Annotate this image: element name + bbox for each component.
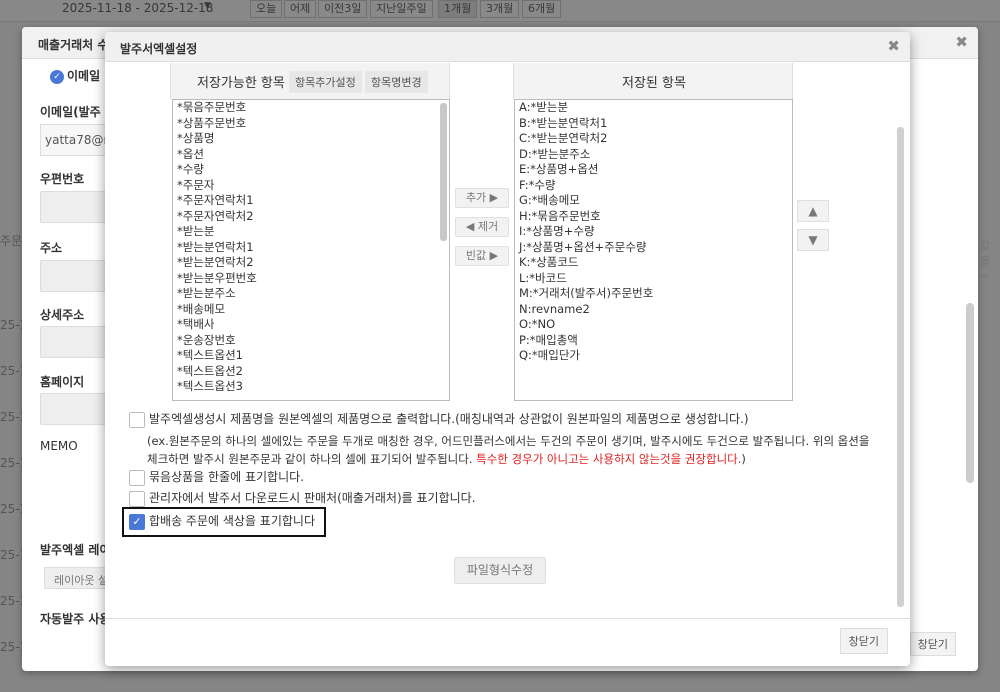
email-radio[interactable]: ✓ 이메일 bbox=[50, 67, 100, 84]
saved-item[interactable]: H:*묶음주문번호 bbox=[515, 209, 792, 225]
available-item[interactable]: *받는분 bbox=[173, 224, 449, 240]
homepage-field[interactable] bbox=[40, 393, 110, 425]
available-items-header: 저장가능한 항목 항목추가설정 항목명변경 bbox=[170, 63, 450, 99]
order-excel-settings-dialog: 발주서엑셀설정 ✖ 저장가능한 항목 항목추가설정 항목명변경 저장된 항목 *… bbox=[105, 32, 910, 666]
available-item[interactable]: *받는분주소 bbox=[173, 286, 449, 302]
client-modal-title: 매출거래처 수 bbox=[38, 38, 109, 52]
available-item[interactable]: *받는분우편번호 bbox=[173, 271, 449, 287]
bg-label-order: 주문 bbox=[0, 234, 23, 248]
detail-address-label: 상세주소 bbox=[40, 308, 85, 322]
available-item[interactable]: *텍스트옵션1 bbox=[173, 348, 449, 364]
bg-right-label: 값을 = bbox=[980, 239, 991, 282]
available-item[interactable]: *택배사 bbox=[173, 317, 449, 333]
edit-file-format-button[interactable]: 파일형식수정 bbox=[454, 557, 546, 584]
saved-item[interactable]: Q:*매입단가 bbox=[515, 348, 792, 364]
available-item[interactable]: *주문자 bbox=[173, 178, 449, 194]
saved-item[interactable]: M:*거래처(발주서)주문번호 bbox=[515, 286, 792, 302]
client-modal-close-button[interactable]: 창닫기 bbox=[909, 632, 956, 656]
available-item[interactable]: *운송장번호 bbox=[173, 333, 449, 349]
add-item-setting-button[interactable]: 항목추가설정 bbox=[289, 71, 362, 93]
available-item[interactable]: *상품주문번호 bbox=[173, 116, 449, 132]
option-note-line1: (ex.원본주문의 하나의 셀에있는 주문을 두개로 매칭한 경우, 어드민플러… bbox=[147, 434, 870, 448]
available-item[interactable]: *묶음주문번호 bbox=[173, 100, 449, 116]
available-item[interactable]: *상품명 bbox=[173, 131, 449, 147]
memo-label: MEMO bbox=[40, 439, 78, 453]
available-item[interactable]: *텍스트옵션2 bbox=[173, 364, 449, 380]
option-show-seller[interactable]: 관리자에서 발주서 다운로드시 판매처(매출거래처)를 표기합니다. bbox=[129, 489, 476, 507]
saved-item[interactable]: O:*NO bbox=[515, 317, 792, 333]
list-scrollbar[interactable] bbox=[440, 103, 447, 241]
saved-items-header: 저장된 항목 bbox=[513, 63, 793, 99]
move-down-button[interactable]: ▼ bbox=[797, 229, 829, 251]
dialog-header: 발주서엑셀설정 ✖ bbox=[105, 32, 910, 62]
available-items-title: 저장가능한 항목 bbox=[197, 76, 285, 91]
saved-item[interactable]: B:*받는분연락처1 bbox=[515, 116, 792, 132]
available-item[interactable]: *옵션 bbox=[173, 147, 449, 163]
available-item[interactable]: *수량 bbox=[173, 162, 449, 178]
address-label: 주소 bbox=[40, 241, 63, 255]
auto-order-label: 자동발주 사용 bbox=[40, 612, 111, 626]
available-item[interactable]: *주문자연락처2 bbox=[173, 209, 449, 225]
footer-divider bbox=[105, 618, 910, 619]
check-icon: ✓ bbox=[50, 69, 64, 84]
saved-item[interactable]: G:*배송메모 bbox=[515, 193, 792, 209]
saved-item[interactable]: D:*받는분주소 bbox=[515, 147, 792, 163]
rename-item-button[interactable]: 항목명변경 bbox=[365, 71, 428, 93]
available-item[interactable]: *주문자연락처1 bbox=[173, 193, 449, 209]
address-field[interactable] bbox=[40, 260, 110, 292]
option-original-product-name[interactable]: 발주엑셀생성시 제품명을 원본엑셀의 제품명으로 출력합니다.(매칭내역과 상관… bbox=[129, 410, 749, 428]
saved-item[interactable]: L:*바코드 bbox=[515, 271, 792, 287]
checkbox[interactable] bbox=[129, 490, 145, 507]
dialog-title: 발주서엑셀설정 bbox=[120, 42, 198, 56]
dialog-close-button[interactable]: 창닫기 bbox=[839, 628, 888, 654]
blank-value-button[interactable]: 빈값 ▶ bbox=[455, 246, 509, 266]
add-button[interactable]: 추가 ▶ bbox=[455, 188, 509, 208]
checkbox[interactable] bbox=[129, 469, 145, 486]
detail-address-field[interactable] bbox=[40, 326, 110, 358]
saved-item[interactable]: I:*상품명+수량 bbox=[515, 224, 792, 240]
available-item[interactable]: *받는분연락처2 bbox=[173, 255, 449, 271]
saved-item[interactable]: P:*매입총액 bbox=[515, 333, 792, 349]
available-item[interactable]: *텍스트옵션3 bbox=[173, 379, 449, 395]
layout-setting-button[interactable]: 레이아웃 설 bbox=[44, 567, 114, 589]
dialog-scrollbar[interactable] bbox=[897, 127, 904, 607]
option-bundle-one-line[interactable]: 묶음상품을 한줄에 표기합니다. bbox=[129, 468, 304, 486]
move-up-button[interactable]: ▲ bbox=[797, 200, 829, 222]
email-label: 이메일(발주 bbox=[40, 105, 101, 119]
email-field[interactable]: yatta78@na bbox=[40, 124, 110, 156]
saved-item[interactable]: C:*받는분연락처2 bbox=[515, 131, 792, 147]
highlight-box bbox=[122, 507, 326, 537]
saved-item[interactable]: A:*받는분 bbox=[515, 100, 792, 116]
saved-items-list[interactable]: A:*받는분 B:*받는분연락처1 C:*받는분연락처2 D:*받는분주소 E:*상품명… bbox=[514, 99, 793, 401]
saved-item[interactable]: N:revname2 bbox=[515, 302, 792, 318]
option-note-line2: 체크하면 발주시 원본주문과 같이 하나의 셀에 표기되어 발주됩니다. 특수한… bbox=[147, 452, 746, 466]
remove-button[interactable]: ◀ 제거 bbox=[455, 217, 509, 237]
layout-label: 발주엑셀 레이 bbox=[40, 543, 111, 557]
close-icon[interactable]: ✖ bbox=[955, 33, 968, 51]
postal-field[interactable] bbox=[40, 191, 110, 223]
homepage-label: 홈페이지 bbox=[40, 375, 85, 389]
saved-item[interactable]: E:*상품명+옵션 bbox=[515, 162, 792, 178]
client-modal-scrollbar[interactable] bbox=[966, 303, 974, 483]
available-item[interactable]: *배송메모 bbox=[173, 302, 449, 318]
available-items-list[interactable]: *묶음주문번호 *상품주문번호 *상품명 *옵션 *수량 *주문자 *주문자연락처1 *주문자… bbox=[172, 99, 450, 401]
warning-text: 특수한 경우가 아니고는 사용하지 않는것을 권장합니다. bbox=[476, 452, 742, 466]
saved-items-title: 저장된 항목 bbox=[622, 76, 686, 91]
close-icon[interactable]: ✖ bbox=[887, 37, 900, 55]
saved-item[interactable]: K:*상품코드 bbox=[515, 255, 792, 271]
saved-item[interactable]: F:*수량 bbox=[515, 178, 792, 194]
saved-item[interactable]: J:*상품명+옵션+주문수량 bbox=[515, 240, 792, 256]
available-item[interactable]: *받는분연락처1 bbox=[173, 240, 449, 256]
postal-label: 우편번호 bbox=[40, 172, 85, 186]
checkbox[interactable] bbox=[129, 411, 145, 428]
